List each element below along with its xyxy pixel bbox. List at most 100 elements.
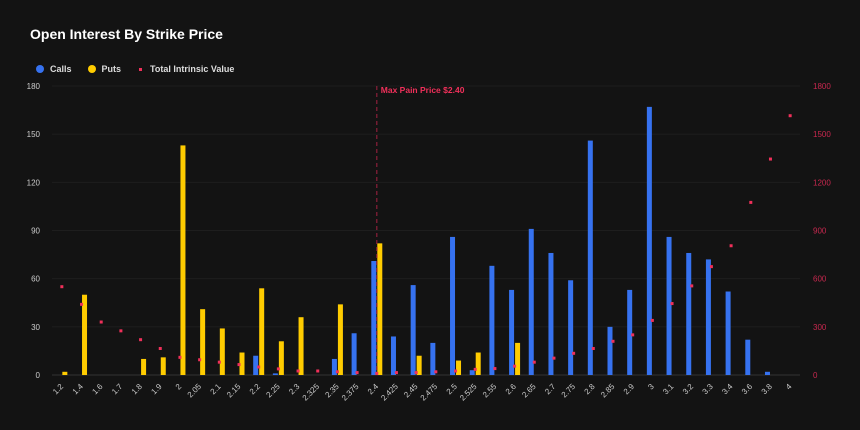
calls-bar [765,372,770,375]
calls-bar [529,229,534,375]
intrinsic-value-point [119,329,122,332]
x-tick-label: 2.8 [582,382,597,397]
intrinsic-value-point [218,361,221,364]
y-left-tick-label: 60 [31,275,40,284]
x-tick-label: 2.475 [419,382,440,403]
intrinsic-value-point [336,370,339,373]
x-tick-label: 2.425 [379,382,400,403]
calls-bar [391,336,396,375]
calls-bar [745,340,750,375]
y-right-tick-label: 900 [813,227,827,236]
calls-bar [470,370,475,375]
calls-bar [352,333,357,375]
x-tick-label: 2.45 [402,382,420,400]
y-right-tick-label: 1800 [813,82,831,91]
calls-bar [371,261,376,375]
intrinsic-value-point [572,352,575,355]
y-left-tick-label: 90 [31,227,40,236]
intrinsic-value-point [690,284,693,287]
intrinsic-value-point [415,371,418,374]
x-tick-label: 1.9 [149,382,164,397]
intrinsic-value-point [257,365,260,368]
y-left-tick-label: 120 [27,178,41,187]
x-tick-label: 2.15 [225,382,243,400]
x-tick-label: 2.85 [599,382,617,400]
intrinsic-value-point [80,303,83,306]
intrinsic-value-point [710,265,713,268]
intrinsic-value-point [316,369,319,372]
intrinsic-value-point [612,340,615,343]
intrinsic-value-point [178,356,181,359]
x-tick-label: 2.7 [543,382,558,397]
puts-bar [180,145,185,375]
calls-bar [489,266,494,375]
intrinsic-value-point [238,363,241,366]
intrinsic-value-point [434,370,437,373]
puts-bar [141,359,146,375]
calls-bar [726,292,731,375]
intrinsic-value-point [493,367,496,370]
x-tick-label: 1.7 [110,382,125,397]
x-tick-label: 2.25 [264,382,282,400]
y-left-tick-label: 0 [36,371,41,380]
intrinsic-value-point [513,365,516,368]
calls-bar [627,290,632,375]
puts-bar [476,353,481,375]
x-tick-label: 1.2 [51,382,66,397]
intrinsic-value-point [100,321,103,324]
x-tick-label: 2.05 [186,382,204,400]
x-tick-label: 2.35 [323,382,341,400]
calls-bar [568,280,573,375]
x-tick-label: 2.65 [520,382,538,400]
intrinsic-value-point [552,357,555,360]
x-tick-label: 2.375 [340,382,361,403]
intrinsic-value-point [749,201,752,204]
intrinsic-value-point [277,367,280,370]
y-left-tick-label: 150 [27,130,41,139]
calls-bar [450,237,455,375]
x-tick-label: 2.75 [560,382,578,400]
intrinsic-value-point [297,369,300,372]
y-right-tick-label: 600 [813,275,827,284]
intrinsic-value-point [60,285,63,288]
y-right-tick-label: 0 [813,371,818,380]
x-tick-label: 2.3 [287,382,302,397]
intrinsic-value-point [139,338,142,341]
calls-bar [588,141,593,375]
calls-bar [706,259,711,375]
intrinsic-value-point [631,333,634,336]
puts-bar [220,328,225,375]
max-pain-label: Max Pain Price $2.40 [381,85,465,95]
intrinsic-value-point [730,244,733,247]
chart-plot: 030609012015018003006009001200150018001.… [0,0,860,430]
puts-bar [200,309,205,375]
calls-bar [411,285,416,375]
x-tick-label: 2.1 [208,382,223,397]
intrinsic-value-point [356,371,359,374]
x-tick-label: 2.9 [622,382,637,397]
puts-bar [299,317,304,375]
calls-bar [608,327,613,375]
x-tick-label: 1.4 [71,382,86,397]
x-tick-label: 2 [174,382,184,392]
intrinsic-value-point [375,372,378,375]
y-right-tick-label: 300 [813,323,827,332]
x-tick-label: 3.1 [661,382,676,397]
intrinsic-value-point [789,114,792,117]
x-tick-label: 1.8 [130,382,145,397]
calls-bar [273,373,278,375]
calls-bar [253,356,258,375]
x-tick-label: 2.525 [458,382,479,403]
intrinsic-value-point [651,319,654,322]
x-tick-label: 2.5 [445,382,460,397]
x-tick-label: 3 [646,382,656,392]
intrinsic-value-point [159,347,162,350]
x-tick-label: 1.6 [90,382,105,397]
puts-bar [456,361,461,375]
intrinsic-value-point [769,158,772,161]
calls-bar [509,290,514,375]
y-left-tick-label: 30 [31,323,40,332]
calls-bar [647,107,652,375]
puts-bar [377,243,382,375]
intrinsic-value-point [592,347,595,350]
